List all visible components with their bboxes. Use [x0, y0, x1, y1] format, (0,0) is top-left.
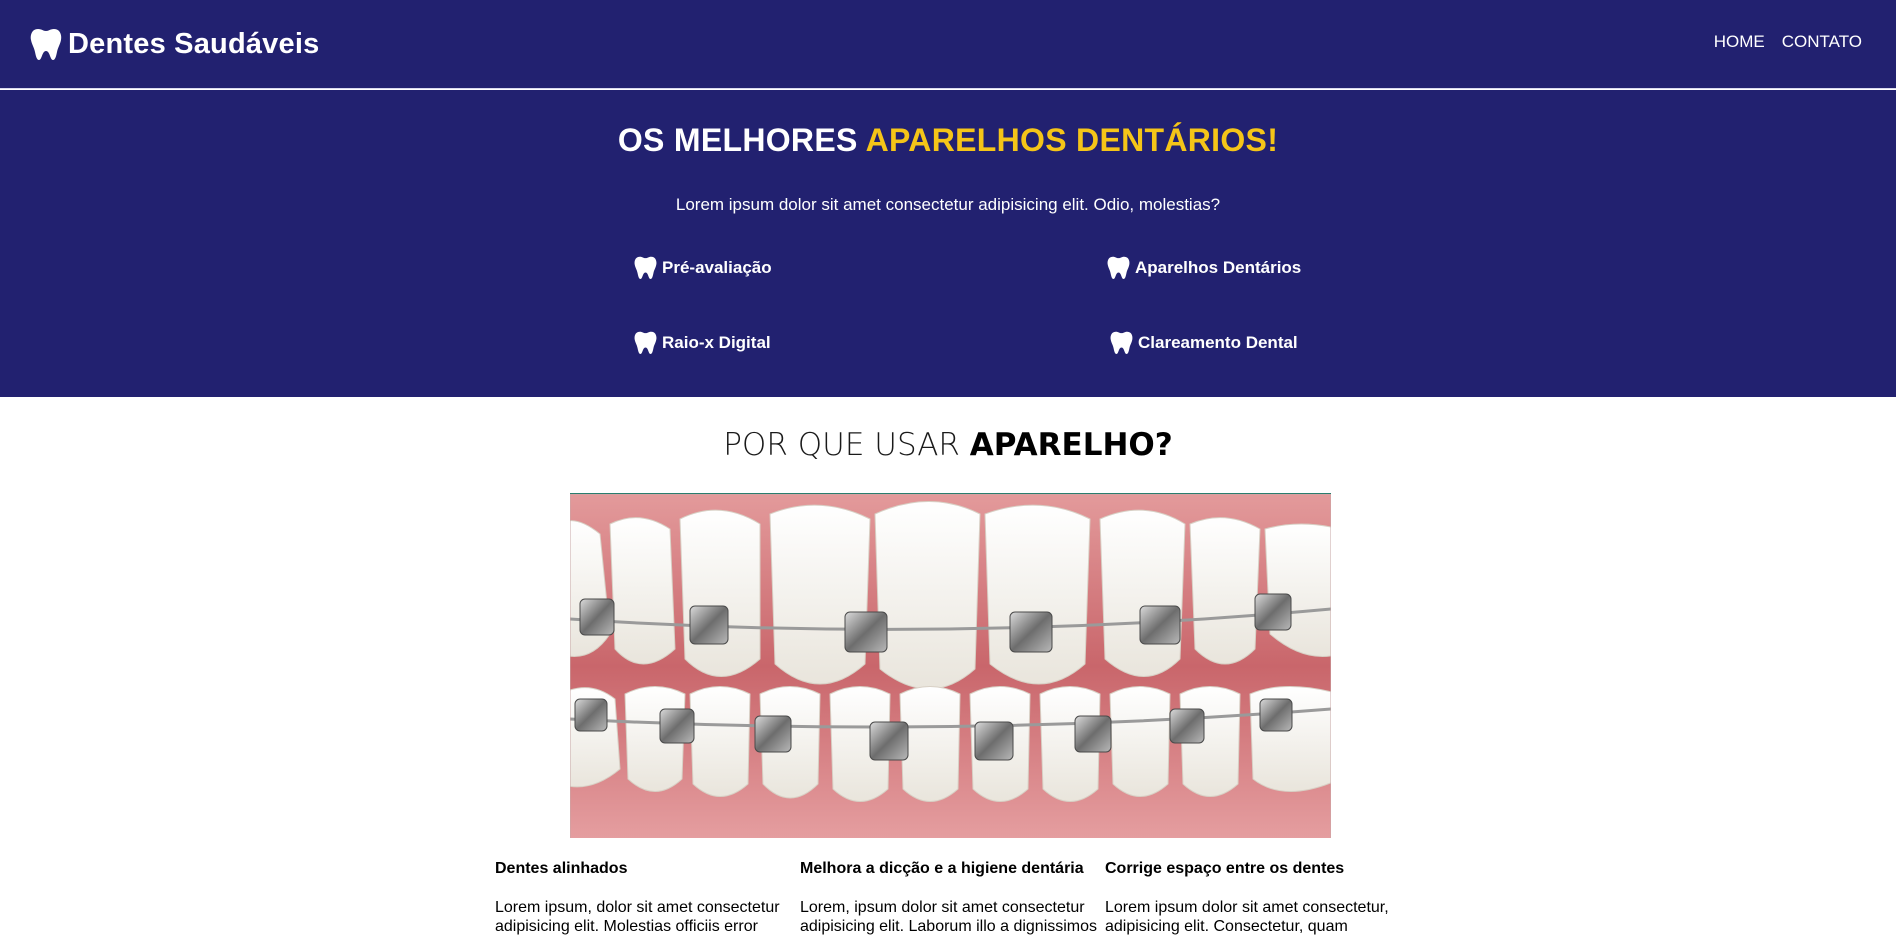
hero-title-accent: APARELHOS DENTÁRIOS! [865, 122, 1279, 158]
section-title-plain: POR QUE USAR [723, 427, 970, 463]
tooth-icon [30, 27, 62, 61]
tooth-icon [634, 329, 657, 356]
service-label: Raio-x Digital [662, 332, 771, 352]
nav-home-link[interactable]: HOME [1714, 32, 1765, 52]
benefit-column-1: Dentes alinhados Lorem ipsum, dolor sit … [495, 860, 795, 936]
service-item-clareamento: Clareamento Dental [1110, 329, 1298, 356]
brand-name: Dentes Saudáveis [68, 27, 320, 60]
benefit-title: Corrige espaço entre os dentes [1105, 860, 1345, 877]
main-nav: HOME CONTATO [1714, 32, 1862, 52]
tooth-icon [634, 254, 657, 281]
site-header: Dentes Saudáveis HOME CONTATO [0, 0, 1896, 89]
tooth-icon [1107, 254, 1130, 281]
hero-title-plain: OS MELHORES [617, 122, 866, 158]
benefit-column-3: Corrige espaço entre os dentes Lorem ips… [1105, 860, 1405, 936]
service-label: Clareamento Dental [1138, 332, 1298, 352]
service-item-pre-avaliacao: Pré-avaliação [634, 254, 772, 281]
service-item-raio-x: Raio-x Digital [634, 329, 771, 356]
service-label: Aparelhos Dentários [1135, 257, 1302, 277]
benefit-column-2: Melhora a dicção e a higiene dentária Lo… [800, 860, 1100, 936]
hero-title: OS MELHORES APARELHOS DENTÁRIOS! [0, 122, 1896, 159]
brand-logo[interactable]: Dentes Saudáveis [30, 26, 319, 62]
section-title: POR QUE USAR APARELHO? [0, 427, 1896, 463]
section-title-strong: APARELHO? [969, 427, 1173, 463]
benefit-text: Lorem ipsum dolor sit amet consectetur, … [1105, 899, 1389, 935]
service-label: Pré-avaliação [662, 257, 772, 277]
benefit-text: Lorem ipsum, dolor sit amet consectetur … [495, 899, 780, 935]
braces-photo [570, 493, 1331, 838]
hero-section: OS MELHORES APARELHOS DENTÁRIOS! Lorem i… [0, 90, 1896, 397]
benefit-title: Dentes alinhados [495, 860, 628, 877]
benefit-text: Lorem, ipsum dolor sit amet consectetur … [800, 899, 1098, 935]
service-item-aparelhos: Aparelhos Dentários [1107, 254, 1301, 281]
nav-contact-link[interactable]: CONTATO [1782, 32, 1862, 52]
hero-subtitle: Lorem ipsum dolor sit amet consectetur a… [675, 195, 1221, 214]
tooth-icon [1110, 329, 1133, 356]
benefit-title: Melhora a dicção e a higiene dentária [800, 860, 1084, 877]
